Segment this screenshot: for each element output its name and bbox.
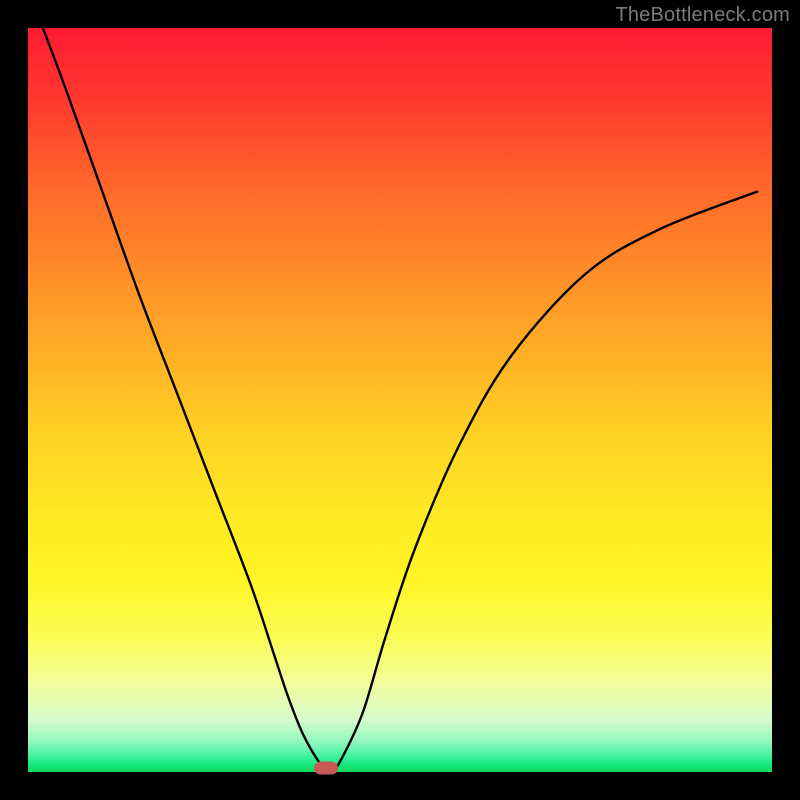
optimal-point-marker [314,762,338,775]
chart-plot-area [28,28,772,772]
bottleneck-curve [28,28,772,772]
watermark-text: TheBottleneck.com [615,4,790,27]
